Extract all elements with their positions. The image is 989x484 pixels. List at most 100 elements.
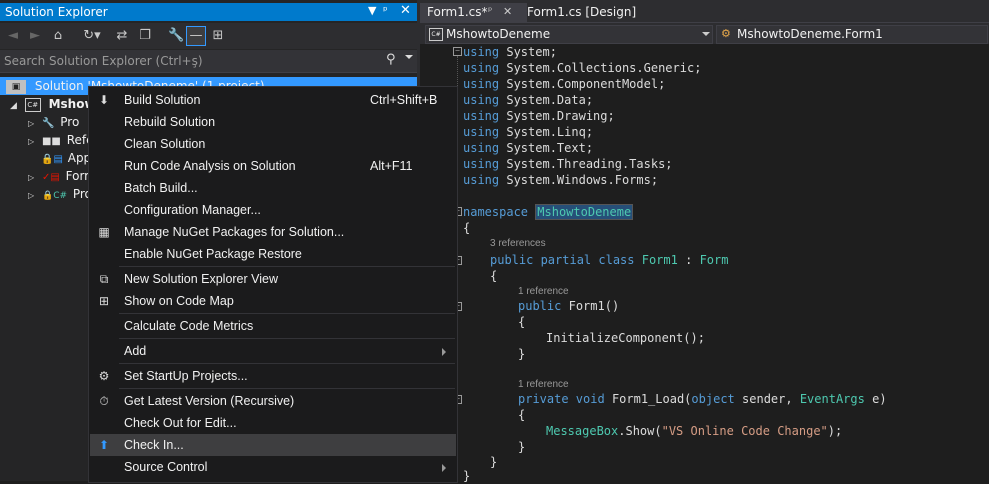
references-icon: ■■ [41, 136, 61, 147]
solution-icon: ▣ [6, 79, 26, 94]
solution-explorer-toolbar: ◄ ► ⌂ ↻▾ ⇄ ❐ 🔧 — ⊞ [0, 23, 417, 49]
csharp-project-icon: C# [24, 97, 41, 112]
code-line: { [463, 221, 471, 235]
code-line: using System.Drawing; [463, 109, 615, 123]
search-icon[interactable]: ⚲ [386, 52, 396, 67]
solution-context-menu: ⬇ Build Solution Ctrl+Shift+B Rebuild Solu… [88, 86, 458, 483]
pin-icon[interactable]: ᵖ [488, 3, 492, 21]
menu-item-set-startup-projects[interactable]: ⚙ Set StartUp Projects... [90, 365, 456, 387]
menu-item-batch-build[interactable]: Batch Build... [90, 177, 456, 199]
code-line: } [490, 455, 498, 469]
view-class-diagram-icon[interactable]: ⊞ [210, 27, 226, 45]
code-line: public Form1() [518, 299, 620, 313]
search-input[interactable]: Search Solution Explorer (Ctrl+ş) [4, 54, 203, 68]
gear-icon: ⚙ [98, 369, 110, 383]
code-line: } [518, 347, 526, 361]
tree-item-label: Pro [60, 115, 80, 129]
code-editor-panel: Form1.cs* ᵖ ✕ Form1.cs [Design] C# Mshow… [420, 0, 989, 483]
menu-item-get-latest-version[interactable]: ⏱ Get Latest Version (Recursive) [90, 390, 456, 412]
code-line: using System.ComponentModel; [463, 77, 666, 91]
wrench-icon: 🔧 [41, 118, 55, 129]
code-area[interactable]: − using System; using System.Collections… [420, 44, 989, 483]
search-solution-explorer[interactable]: Search Solution Explorer (Ctrl+ş) ⚲ [0, 50, 417, 73]
code-line: using System.Data; [463, 93, 594, 107]
menu-separator [119, 338, 455, 339]
collapsed-arrow-icon[interactable]: ▷ [28, 173, 34, 182]
tab-form1-cs[interactable]: Form1.cs* ᵖ ✕ [420, 3, 527, 22]
close-icon[interactable]: ✕ [503, 3, 512, 21]
home-icon[interactable]: ⌂ [50, 27, 66, 45]
form-file-icon: ✓▤ [41, 172, 60, 183]
code-line: { [518, 408, 526, 422]
menu-separator [119, 266, 455, 267]
back-icon[interactable]: ◄ [6, 27, 20, 45]
type-dropdown[interactable]: ⚙ MshowtoDeneme.Form1 [716, 25, 988, 44]
get-latest-icon: ⏱ [99, 394, 109, 408]
menu-item-new-solution-explorer-view[interactable]: ⧉ New Solution Explorer View [90, 268, 456, 290]
code-line: using System.Windows.Forms; [463, 173, 659, 187]
collapse-region-icon[interactable]: − [453, 47, 462, 56]
highlighted-identifier: MshowtoDeneme [535, 204, 634, 220]
collapsed-arrow-icon[interactable]: ▷ [28, 191, 34, 200]
type-dropdown-value: MshowtoDeneme.Form1 [737, 27, 883, 41]
tab-form1-design[interactable]: Form1.cs [Design] [520, 3, 643, 22]
menu-item-check-out-for-edit[interactable]: Check Out for Edit... [90, 412, 456, 434]
document-tabs: Form1.cs* ᵖ ✕ Form1.cs [Design] [420, 0, 989, 22]
pending-changes-filter-icon[interactable]: ↻▾ [80, 27, 104, 45]
menu-separator [119, 313, 455, 314]
project-dropdown-value: MshowtoDeneme [446, 27, 551, 41]
close-icon[interactable]: ✕ [400, 3, 411, 18]
menu-item-enable-nuget-restore[interactable]: Enable NuGet Package Restore [90, 243, 456, 265]
pin-icon[interactable]: ᵖ [383, 4, 388, 17]
csharp-file-icon: 🔒C# [41, 191, 68, 201]
code-line: public partial class Form1 : Form [490, 253, 729, 267]
collapsed-arrow-icon[interactable]: ▷ [28, 119, 34, 128]
code-line: namespace MshowtoDeneme [463, 204, 634, 220]
code-line: private void Form1_Load(object sender, E… [518, 392, 887, 406]
preview-selected-icon[interactable]: — [186, 26, 206, 46]
code-map-icon: ⊞ [98, 294, 110, 308]
menu-separator [119, 363, 455, 364]
menu-item-calculate-code-metrics[interactable]: Calculate Code Metrics [90, 315, 456, 337]
collapse-all-icon[interactable]: ❐ [137, 27, 153, 45]
code-line: using System.Text; [463, 141, 594, 155]
tree-item-label: Forr [65, 169, 90, 183]
nuget-icon: ▦ [98, 225, 110, 239]
dropdown-arrow-icon[interactable]: ▼ [368, 4, 376, 17]
menu-item-clean-solution[interactable]: Clean Solution [90, 133, 456, 155]
menu-item-add[interactable]: Add [90, 340, 456, 362]
codelens-references[interactable]: 3 references [490, 236, 546, 252]
menu-item-rebuild-solution[interactable]: Rebuild Solution [90, 111, 456, 133]
properties-icon[interactable]: 🔧 [168, 27, 184, 45]
solution-explorer-title-bar: Solution Explorer ▼ ᵖ ✕ [0, 3, 417, 21]
menu-item-manage-nuget[interactable]: ▦ Manage NuGet Packages for Solution... [90, 221, 456, 243]
menu-item-source-control[interactable]: Source Control [90, 456, 456, 478]
collapsed-arrow-icon[interactable]: ▷ [28, 137, 34, 146]
tab-label: Form1.cs* [427, 5, 488, 19]
submenu-arrow-icon [442, 348, 446, 356]
code-line: using System.Threading.Tasks; [463, 157, 673, 171]
code-line: { [490, 269, 498, 283]
code-line: InitializeComponent(); [546, 331, 705, 345]
menu-item-show-on-code-map[interactable]: ⊞ Show on Code Map [90, 290, 456, 312]
menu-item-build-solution[interactable]: ⬇ Build Solution Ctrl+Shift+B [90, 89, 456, 111]
code-line: } [518, 440, 526, 454]
menu-item-run-code-analysis[interactable]: Run Code Analysis on Solution Alt+F11 [90, 155, 456, 177]
new-view-icon: ⧉ [99, 272, 109, 286]
menu-separator [119, 388, 455, 389]
search-options-dropdown-icon[interactable] [405, 55, 413, 59]
config-file-icon: 🔒▤ [41, 154, 63, 165]
project-dropdown[interactable]: C# MshowtoDeneme [425, 25, 713, 44]
chevron-down-icon [702, 32, 710, 36]
code-line: using System.Linq; [463, 125, 594, 139]
sync-icon[interactable]: ⇄ [114, 27, 130, 45]
menu-item-check-in[interactable]: ⬆ Check In... [90, 434, 456, 456]
expanded-arrow-icon[interactable]: ◢ [10, 101, 17, 111]
navigation-bar: C# MshowtoDeneme ⚙ MshowtoDeneme.Form1 [420, 22, 989, 44]
panel-title: Solution Explorer [5, 5, 108, 19]
menu-item-configuration-manager[interactable]: Configuration Manager... [90, 199, 456, 221]
csharp-icon: C# [429, 28, 443, 41]
forward-icon[interactable]: ► [28, 27, 42, 45]
submenu-arrow-icon [442, 464, 446, 472]
code-line: using System; [463, 45, 557, 59]
